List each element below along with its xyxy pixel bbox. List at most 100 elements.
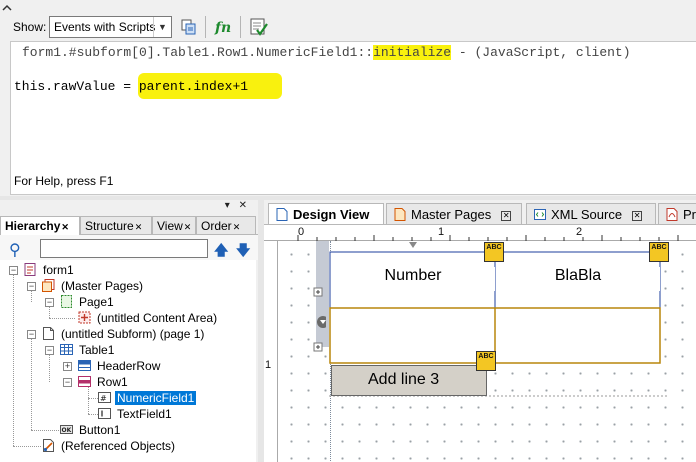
tab-structure[interactable]: Structure✕: [80, 216, 152, 234]
table-row-markers: [313, 287, 326, 352]
tree-item-referenced-objects[interactable]: (Referenced Objects): [42, 438, 177, 454]
tab-master-pages[interactable]: Master Pages ✕: [386, 203, 522, 224]
numeric-field-icon: #: [98, 392, 111, 403]
text-field-icon: [98, 408, 111, 419]
close-tab-icon[interactable]: ✕: [632, 211, 643, 221]
svg-text:fn: fn: [214, 20, 231, 36]
check-script-syntax-icon[interactable]: [248, 16, 270, 38]
form-icon: [24, 263, 36, 276]
tree-item-untitled-subform[interactable]: (untitled Subform) (page 1): [42, 326, 206, 342]
ruler-label: 1: [265, 359, 272, 371]
search-icon[interactable]: ⚲: [9, 240, 21, 260]
code-assignment: this.rawValue =: [14, 79, 139, 94]
show-select[interactable]: Events with Scripts ▼: [49, 16, 172, 38]
script-language: - (JavaScript, client): [451, 45, 631, 60]
hierarchy-search-input[interactable]: [40, 239, 208, 258]
tab-view[interactable]: View✕: [152, 216, 196, 234]
design-panel: Design View Master Pages ✕ XML Source ✕ Pr…: [264, 200, 696, 462]
close-tab-icon[interactable]: ✕: [135, 222, 143, 232]
close-tab-icon[interactable]: ✕: [233, 222, 241, 232]
script-header-line: form1.#subform[0].Table1.Row1.NumericFie…: [22, 45, 631, 60]
toolbar-separator: [240, 16, 241, 38]
hierarchy-search-bar: ⚲ 🡅 🡇: [0, 234, 258, 260]
tab-preview-pdf[interactable]: Pre: [658, 203, 696, 224]
expand-toggle[interactable]: −: [45, 298, 54, 307]
row-icon: [78, 376, 91, 387]
expand-toggle[interactable]: −: [45, 346, 54, 355]
tree-item-form1[interactable]: form1: [24, 262, 76, 278]
button-icon: OK: [60, 425, 73, 434]
status-bar: For Help, press F1: [10, 163, 696, 195]
close-tab-icon[interactable]: ✕: [501, 211, 512, 221]
vertical-ruler: 1: [264, 241, 278, 462]
script-code-line: this.rawValue = parent.index+1: [14, 79, 248, 94]
table-header-cell[interactable]: BlaBla: [496, 267, 660, 291]
expand-toggle[interactable]: −: [63, 378, 72, 387]
ruler-ticks: [297, 235, 679, 241]
design-tabs: Design View Master Pages ✕ XML Source ✕ Pr…: [264, 200, 696, 224]
tab-hierarchy[interactable]: Hierarchy✕: [0, 216, 80, 235]
add-line-button-label: Add line 3: [368, 371, 440, 388]
show-label: Show:: [13, 20, 47, 34]
abc-text-badge: ABC: [649, 242, 669, 262]
abc-text-badge: ABC: [476, 351, 496, 371]
pdf-icon: [666, 208, 678, 221]
event-separator: ::: [357, 45, 374, 60]
hierarchy-tree: − form1 − (Master Pages) − Page1 (untitl…: [0, 260, 256, 462]
panel-menu-icon[interactable]: ▾: [225, 200, 233, 211]
tree-item-table1[interactable]: Table1: [60, 342, 116, 358]
svg-text:#: #: [100, 394, 107, 403]
status-text: For Help, press F1: [14, 174, 114, 188]
header-row-icon: [78, 360, 91, 371]
code-value: parent.index+1: [138, 79, 249, 94]
xml-source-icon: [534, 209, 546, 220]
expand-toggle[interactable]: +: [63, 362, 72, 371]
page-icon: [61, 295, 72, 308]
tree-item-content-area[interactable]: (untitled Content Area): [78, 310, 219, 326]
toolbar: Show: Events with Scripts ▼ fn: [0, 0, 696, 40]
script-editor[interactable]: form1.#subform[0].Table1.Row1.NumericFie…: [10, 41, 696, 163]
hierarchy-panel: ▾ ✕ Hierarchy✕ Structure✕ View✕ Order✕ ⚲…: [0, 200, 258, 462]
script-target-path: form1.#subform[0].Table1.Row1.NumericFie…: [22, 45, 358, 60]
design-canvas[interactable]: 0 1 2 1 Number BlaBla ABC ABC Add line 3…: [264, 224, 696, 462]
horizontal-ruler: 0 1 2: [264, 225, 696, 241]
close-tab-icon[interactable]: ✕: [184, 222, 192, 232]
close-icon[interactable]: ✕: [239, 200, 250, 211]
show-select-value: Events with Scripts: [54, 20, 156, 34]
abc-text-badge: ABC: [484, 242, 504, 262]
panel-controls[interactable]: ▾ ✕: [225, 200, 250, 211]
add-line-button[interactable]: Add line 3: [331, 365, 487, 396]
expand-toggle[interactable]: −: [27, 330, 36, 339]
tree-item-headerrow[interactable]: HeaderRow: [78, 358, 162, 374]
toolbar-separator: [205, 16, 206, 38]
tree-item-master-pages[interactable]: (Master Pages): [42, 278, 145, 294]
expand-toggle[interactable]: −: [9, 266, 18, 275]
master-pages-icon: [42, 279, 55, 292]
chevron-down-icon[interactable]: ▼: [153, 17, 171, 37]
hierarchy-tabs: Hierarchy✕ Structure✕ View✕ Order✕: [0, 216, 258, 235]
tree-item-button1[interactable]: OK Button1: [60, 422, 122, 438]
ruler-label: 0: [298, 226, 305, 238]
tab-xml-source[interactable]: XML Source ✕: [526, 203, 656, 224]
tab-design-view[interactable]: Design View: [268, 203, 384, 224]
tree-item-page1[interactable]: Page1: [60, 294, 116, 310]
master-page-icon: [394, 208, 406, 221]
expand-toggle[interactable]: −: [27, 282, 36, 291]
close-tab-icon[interactable]: ✕: [61, 222, 69, 232]
tab-order[interactable]: Order✕: [196, 216, 256, 234]
tree-item-numericfield1[interactable]: # NumericField1: [98, 390, 197, 406]
referenced-objects-icon: [43, 439, 54, 452]
ruler-label: 1: [438, 226, 445, 238]
event-name: initialize: [373, 45, 452, 60]
functions-icon[interactable]: fn: [213, 16, 235, 38]
table-icon: [60, 344, 73, 355]
subform-page-icon: [43, 327, 54, 340]
tree-item-row1[interactable]: Row1: [78, 374, 130, 390]
insert-script-object-icon[interactable]: [178, 16, 200, 38]
ruler-label: 2: [576, 226, 583, 238]
page-icon: [276, 208, 288, 221]
tree-item-textfield1[interactable]: TextField1: [98, 406, 174, 422]
collapse-icon[interactable]: [2, 4, 12, 12]
svg-text:OK: OK: [62, 427, 72, 434]
table-header-cell[interactable]: Number: [331, 267, 495, 291]
